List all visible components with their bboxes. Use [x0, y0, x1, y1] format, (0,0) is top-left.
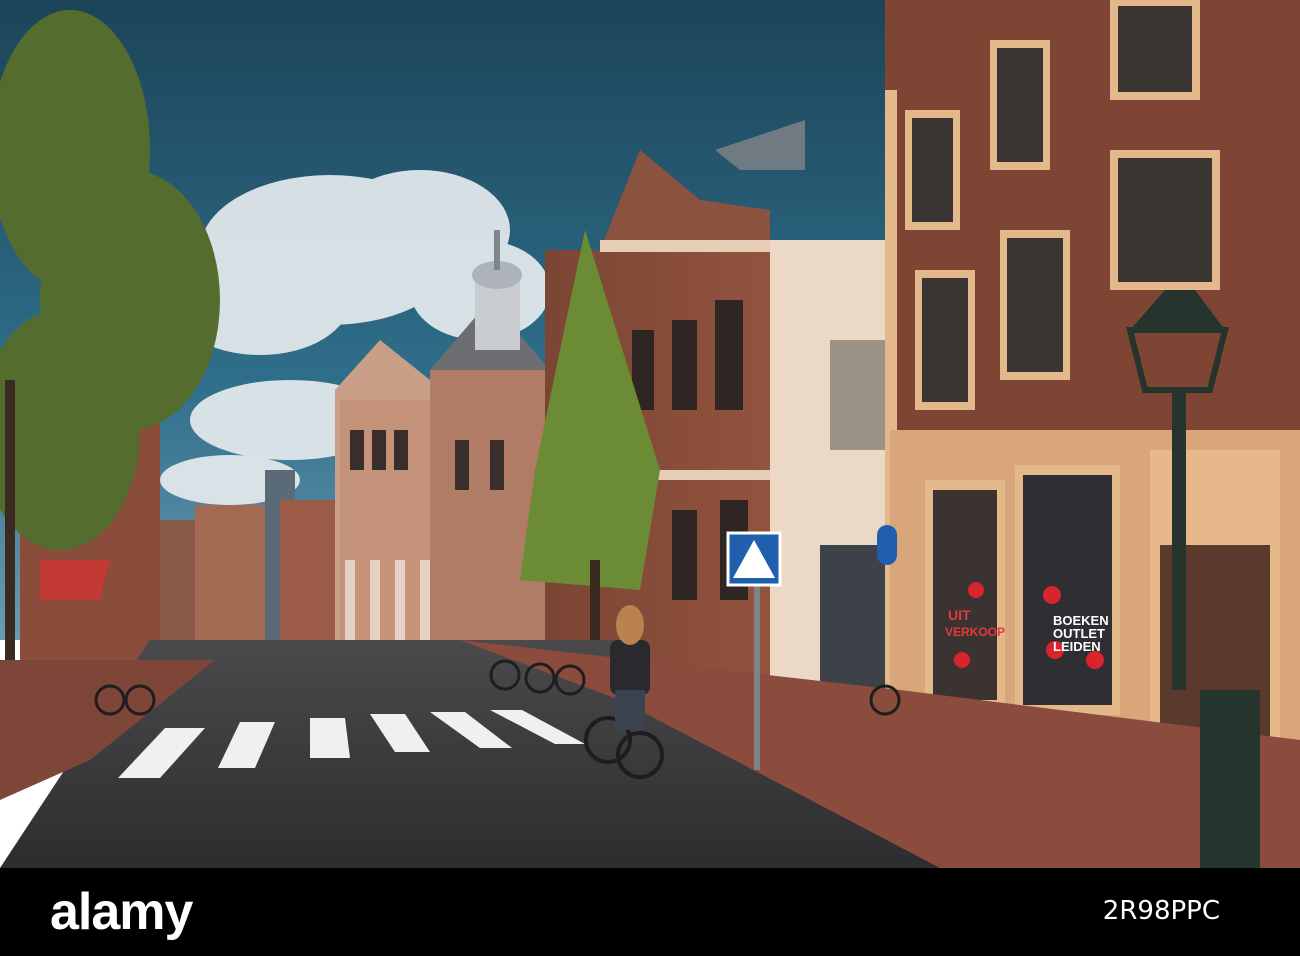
watermark-bar: alamy 2R98PPC — [0, 868, 1300, 956]
sale-sign-line-2: VERKOOP — [945, 625, 1005, 639]
street-photo: BOEKEN OUTLET LEIDEN UIT VERKOOP — [0, 0, 1300, 868]
shop-sign-line-3: LEIDEN — [1053, 639, 1101, 654]
brand-logo: alamy — [50, 882, 193, 942]
street-scene-illustration: BOEKEN OUTLET LEIDEN UIT VERKOOP — [0, 0, 1300, 868]
brand-wordmark: alamy — [50, 883, 193, 941]
sale-sign-line-1: UIT — [948, 607, 971, 623]
image-id: 2R98PPC — [1102, 896, 1220, 926]
